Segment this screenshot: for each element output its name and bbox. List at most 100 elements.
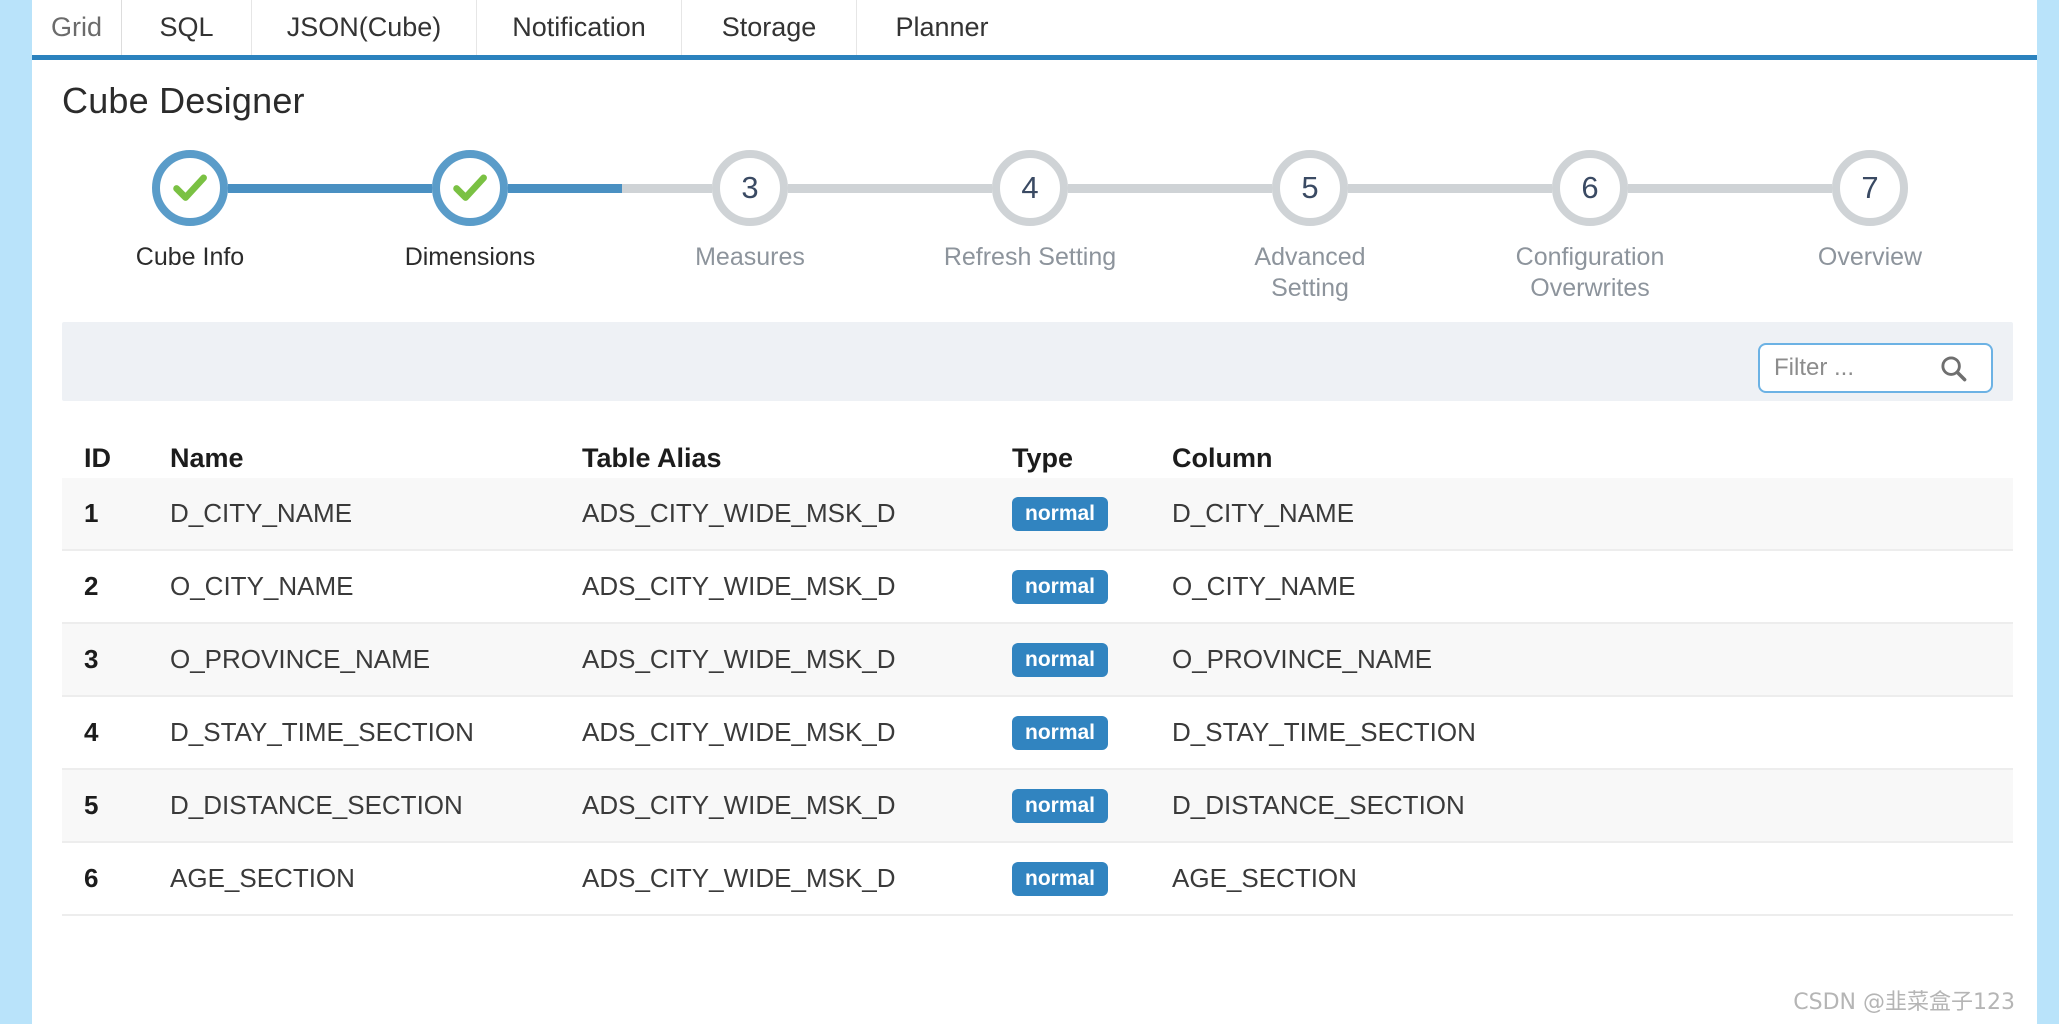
- column-header-type: Type: [1012, 443, 1074, 473]
- tab-label: Storage: [721, 12, 817, 42]
- step-label: Dimensions: [404, 243, 536, 271]
- cell-name: O_PROVINCE_NAME: [170, 644, 431, 674]
- step-label: Measures: [695, 243, 805, 271]
- cell-column: O_PROVINCE_NAME: [1172, 644, 1433, 674]
- cell-table-alias: ADS_CITY_WIDE_MSK_D: [582, 717, 896, 747]
- step-label: Overview: [1817, 243, 1923, 271]
- step-bubble-complete[interactable]: [432, 150, 508, 226]
- search-icon[interactable]: [1938, 353, 1968, 383]
- cell-table-alias: ADS_CITY_WIDE_MSK_D: [582, 863, 896, 893]
- column-header-table-alias: Table Alias: [582, 443, 722, 473]
- wizard-stepper: Cube Info Dimensions 3 Measures 4 Refresh Set…: [62, 150, 2007, 350]
- cell-table-alias: ADS_CITY_WIDE_MSK_D: [582, 644, 896, 674]
- filter-box[interactable]: [1758, 343, 1993, 393]
- tab-label: Grid: [50, 12, 102, 42]
- type-badge: normal: [1012, 861, 1109, 896]
- cell-table-alias: ADS_CITY_WIDE_MSK_D: [582, 790, 896, 820]
- stepper-connector: [1628, 184, 1832, 193]
- stepper-connector-fill: [228, 184, 432, 193]
- tab-json-cube[interactable]: JSON(Cube): [252, 0, 477, 55]
- cell-table-alias: ADS_CITY_WIDE_MSK_D: [582, 498, 896, 528]
- type-badge: normal: [1012, 569, 1109, 604]
- column-header-column: Column: [1172, 443, 1273, 473]
- table-row[interactable]: 6 AGE_SECTION ADS_CITY_WIDE_MSK_D normal AGE…: [62, 843, 2013, 916]
- check-icon: [453, 174, 487, 201]
- table-row[interactable]: 2 O_CITY_NAME ADS_CITY_WIDE_MSK_D normal O_C…: [62, 551, 2013, 624]
- type-badge: normal: [1012, 715, 1109, 750]
- step-number: 4: [1021, 170, 1039, 205]
- stepper-step-6[interactable]: 6 Configuration Overwrites: [1465, 150, 1715, 305]
- stepper-connector: [1068, 184, 1272, 193]
- tab-notification[interactable]: Notification: [477, 0, 682, 55]
- cell-column: AGE_SECTION: [1172, 863, 1357, 893]
- type-badge: normal: [1012, 788, 1109, 823]
- cell-name: O_CITY_NAME: [170, 571, 354, 601]
- filter-input[interactable]: [1760, 345, 1938, 391]
- step-label: Refresh Setting: [943, 243, 1117, 271]
- stepper-step-3[interactable]: 3 Measures: [625, 150, 875, 273]
- cell-column: D_DISTANCE_SECTION: [1172, 790, 1465, 820]
- cell-name: D_DISTANCE_SECTION: [170, 790, 463, 820]
- grid-toolbar: [62, 322, 2013, 401]
- stepper-step-5[interactable]: 5 Advanced Setting: [1185, 150, 1435, 305]
- cell-column: O_CITY_NAME: [1172, 571, 1356, 601]
- cell-type: normal: [1012, 843, 1182, 914]
- table-row[interactable]: 1 D_CITY_NAME ADS_CITY_WIDE_MSK_D normal D_C…: [62, 478, 2013, 551]
- step-bubble-pending[interactable]: 3: [712, 150, 788, 226]
- stepper-connector: [788, 184, 992, 193]
- tab-label: JSON(Cube): [286, 12, 442, 42]
- cube-designer-panel: Cube Designer Cube Info Dimensions 3 Measur…: [32, 60, 2037, 1024]
- step-bubble-pending[interactable]: 4: [992, 150, 1068, 226]
- cell-type: normal: [1012, 770, 1182, 841]
- tab-label: Notification: [512, 12, 646, 42]
- step-label: Advanced Setting: [1254, 243, 1366, 303]
- page-root: Grid SQL JSON(Cube) Notification Storage Plan…: [0, 0, 2059, 1024]
- step-label: Cube Info: [135, 243, 245, 271]
- stepper-connector-fill: [508, 184, 623, 193]
- tab-grid[interactable]: Grid: [32, 0, 122, 55]
- step-number: 6: [1581, 170, 1599, 205]
- step-bubble-pending[interactable]: 6: [1552, 150, 1628, 226]
- stepper-step-4[interactable]: 4 Refresh Setting: [905, 150, 1155, 273]
- step-bubble-pending[interactable]: 5: [1272, 150, 1348, 226]
- cell-name: D_CITY_NAME: [170, 498, 353, 528]
- step-number: 3: [741, 170, 759, 205]
- cell-type: normal: [1012, 697, 1182, 768]
- table-row[interactable]: 4 D_STAY_TIME_SECTION ADS_CITY_WIDE_MSK_D n…: [62, 697, 2013, 770]
- table-row[interactable]: 5 D_DISTANCE_SECTION ADS_CITY_WIDE_MSK_D no…: [62, 770, 2013, 843]
- table-header-row: ID Name Table Alias Type Column: [62, 416, 2013, 478]
- cell-id: 3: [84, 644, 99, 674]
- tab-planner[interactable]: Planner: [857, 0, 1027, 55]
- cell-column: D_CITY_NAME: [1172, 498, 1355, 528]
- stepper-step-2[interactable]: Dimensions: [345, 150, 595, 273]
- cell-type: normal: [1012, 624, 1182, 695]
- tab-label: SQL: [159, 12, 214, 42]
- cell-id: 1: [84, 498, 99, 528]
- dimensions-table: ID Name Table Alias Type Column 1 D_CITY_NAME A…: [62, 416, 2013, 916]
- cell-table-alias: ADS_CITY_WIDE_MSK_D: [582, 571, 896, 601]
- step-number: 7: [1861, 170, 1879, 205]
- column-header-name: Name: [170, 443, 244, 473]
- column-header-id: ID: [84, 443, 111, 473]
- cell-id: 5: [84, 790, 99, 820]
- cell-id: 4: [84, 717, 99, 747]
- step-label: Configuration Overwrites: [1515, 243, 1665, 303]
- cell-name: AGE_SECTION: [170, 863, 355, 893]
- step-bubble-complete[interactable]: [152, 150, 228, 226]
- stepper-connector: [228, 184, 432, 193]
- stepper-connector: [508, 184, 712, 193]
- cell-type: normal: [1012, 478, 1182, 549]
- cell-column: D_STAY_TIME_SECTION: [1172, 717, 1476, 747]
- tab-label: Planner: [895, 12, 989, 42]
- step-bubble-pending[interactable]: 7: [1832, 150, 1908, 226]
- type-badge: normal: [1012, 642, 1109, 677]
- stepper-step-7[interactable]: 7 Overview: [1745, 150, 1995, 273]
- type-badge: normal: [1012, 496, 1109, 531]
- tab-sql[interactable]: SQL: [122, 0, 252, 55]
- stepper-connector: [1348, 184, 1552, 193]
- table-row[interactable]: 3 O_PROVINCE_NAME ADS_CITY_WIDE_MSK_D norma…: [62, 624, 2013, 697]
- stepper-step-1[interactable]: Cube Info: [65, 150, 315, 273]
- tab-bar: Grid SQL JSON(Cube) Notification Storage Plan…: [32, 0, 2037, 60]
- tab-storage[interactable]: Storage: [682, 0, 857, 55]
- check-icon: [173, 174, 207, 201]
